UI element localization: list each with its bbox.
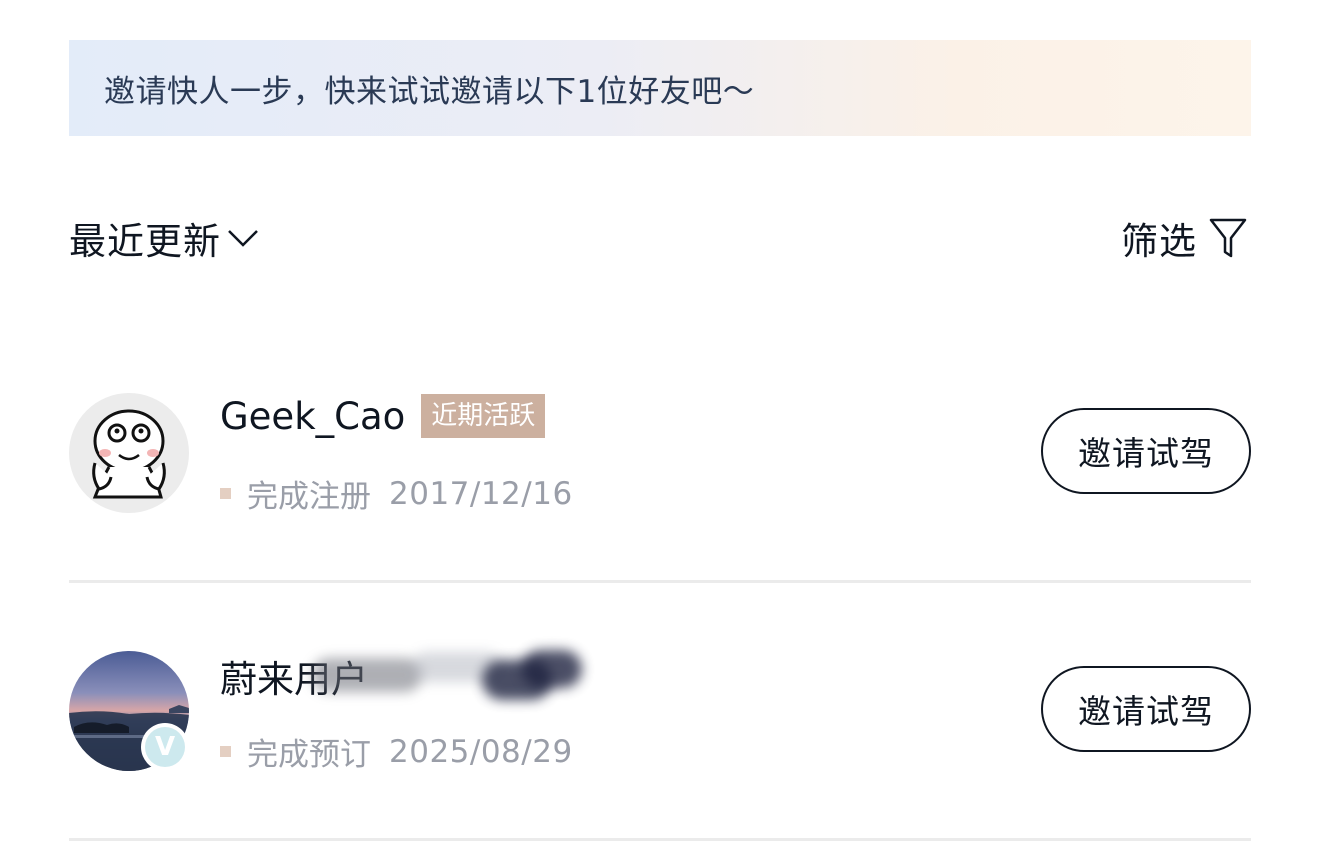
divider xyxy=(69,838,1251,841)
invite-banner: 邀请快人一步，快来试试邀请以下1位好友吧～ xyxy=(69,40,1251,136)
status-dot xyxy=(220,488,231,499)
v-badge-icon: V xyxy=(145,727,185,767)
redacted-blur xyxy=(312,646,702,706)
funnel-icon xyxy=(1209,217,1247,259)
user-name: Geek_Cao xyxy=(220,394,406,438)
status-dot xyxy=(220,746,231,757)
banner-text: 邀请快人一步，快来试试邀请以下1位好友吧～ xyxy=(104,73,755,110)
name-line: 蔚来用户 xyxy=(220,650,702,701)
cartoon-avatar-icon xyxy=(92,409,166,499)
status-date: 2017/12/16 xyxy=(389,475,573,512)
active-tag: 近期活跃 xyxy=(421,394,546,438)
verified-badge: V xyxy=(141,723,189,771)
sort-dropdown[interactable]: 最近更新 xyxy=(69,211,259,265)
sort-label: 最近更新 xyxy=(69,220,221,263)
user-row: Geek_Cao 近期活跃 完成注册 2017/12/16 邀请试驾 xyxy=(69,393,1251,581)
filter-label: 筛选 xyxy=(1121,220,1197,263)
chevron-down-icon xyxy=(227,228,259,248)
filter-button[interactable]: 筛选 xyxy=(1121,211,1247,265)
invite-test-drive-button[interactable]: 邀请试驾 xyxy=(1041,408,1251,494)
name-line: Geek_Cao 近期活跃 xyxy=(220,393,546,439)
status-text: 完成预订 xyxy=(247,737,371,773)
list-toolbar: 最近更新 筛选 xyxy=(69,205,1251,265)
user-row: V 蔚来用户 完成预订 2025/08/29 邀请试驾 xyxy=(69,650,1251,839)
divider xyxy=(69,580,1251,583)
invite-test-drive-button[interactable]: 邀请试驾 xyxy=(1041,666,1251,752)
meta-line: 完成预订 2025/08/29 xyxy=(220,729,573,774)
avatar xyxy=(69,393,189,513)
status-date: 2025/08/29 xyxy=(389,733,573,770)
status-text: 完成注册 xyxy=(247,479,371,515)
meta-line: 完成注册 2017/12/16 xyxy=(220,471,573,516)
